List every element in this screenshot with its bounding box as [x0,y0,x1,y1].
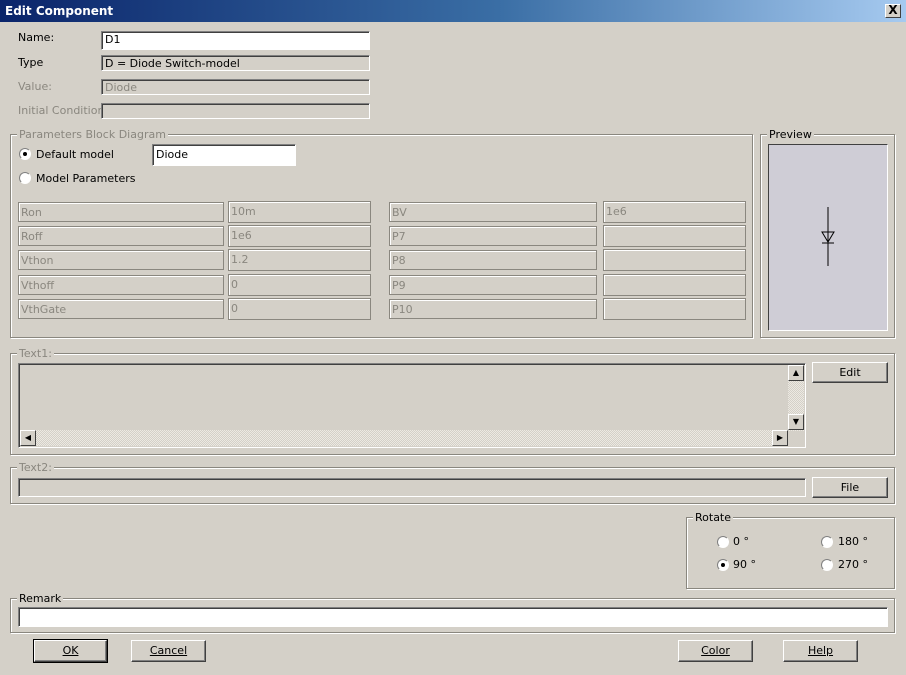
param-value-p10 [603,298,746,320]
remark-label: Remark [17,592,64,605]
radio-selected-dot [23,152,27,156]
name-label: Name: [18,31,55,44]
value-label: Value: [18,80,52,93]
rotate-180-radio[interactable] [821,536,833,548]
param-name-ron: Ron [18,202,224,222]
param-name-p7: P7 [389,226,597,246]
rotate-90-label: 90 ° [733,558,756,571]
param-value-p7 [603,225,746,247]
diode-symbol-icon [821,207,835,266]
scroll-up-icon[interactable]: ▲ [788,365,804,381]
file-button[interactable]: File [812,477,888,498]
type-label: Type [18,56,44,69]
param-value-p8 [603,249,746,271]
rotate-90-radio[interactable] [717,559,729,571]
param-value-bv: 1e6 [603,201,746,223]
text1-horizontal-scrollbar[interactable] [20,430,788,446]
param-name-vthoff: Vthoff [18,275,224,295]
param-value-p9 [603,274,746,296]
rotate-group [686,517,895,589]
param-name-p9: P9 [389,275,597,295]
scroll-left-icon[interactable]: ◀ [20,430,36,446]
initial-condition-label: Initial Condition: [18,104,109,117]
radio-selected-dot [721,563,725,567]
value-field: Diode [101,79,370,95]
window-title: Edit Component [5,4,114,18]
text2-label: Text2: [17,461,54,474]
close-icon: X [888,3,898,17]
help-label: Help [807,644,834,657]
default-model-label: Default model [36,148,114,161]
model-parameters-label: Model Parameters [36,172,136,185]
param-name-p8: P8 [389,250,597,270]
text1-label: Text1: [17,347,54,360]
preview-title: Preview [767,128,814,141]
rotate-270-radio[interactable] [821,559,833,571]
model-parameters-radio[interactable] [19,172,31,184]
param-name-vthgate: VthGate [18,299,224,319]
param-name-vthon: Vthon [18,250,224,270]
scroll-down-icon[interactable]: ▼ [788,414,804,430]
type-field: D = Diode Switch-model [101,55,370,71]
help-button[interactable]: Help [783,640,858,662]
cancel-button[interactable]: Cancel [131,640,206,662]
close-button[interactable]: X [885,4,901,18]
rotate-0-label: 0 ° [733,535,749,548]
cancel-label: Cancel [149,644,188,657]
remark-field[interactable] [18,607,888,627]
rotate-title: Rotate [693,511,734,524]
ok-label: OK [62,644,79,657]
param-value-roff: 1e6 [228,225,371,247]
initial-condition-field [101,103,370,119]
text2-field[interactable] [18,478,806,497]
scroll-right-icon[interactable]: ▶ [772,430,788,446]
rotate-270-label: 270 ° [838,558,868,571]
title-bar[interactable] [0,0,906,22]
param-value-vthoff: 0 [228,274,371,296]
default-model-field[interactable]: Diode [152,144,296,166]
name-field[interactable]: D1 [101,31,370,50]
preview-canvas [768,144,888,331]
ok-button[interactable]: OK [33,639,108,663]
param-name-bv: BV [389,202,597,222]
param-value-vthgate: 0 [228,298,371,320]
param-value-ron: 10m [228,201,371,223]
param-name-roff: Roff [18,226,224,246]
text1-textarea[interactable]: ▲ ▼ ◀ ▶ [18,363,806,448]
color-label: Color [701,644,730,657]
param-name-p10: P10 [389,299,597,319]
rotate-180-label: 180 ° [838,535,868,548]
edit-button[interactable]: Edit [812,362,888,383]
default-model-radio[interactable] [19,148,31,160]
color-button[interactable]: Color [678,640,753,662]
param-value-vthon: 1.2 [228,249,371,271]
rotate-0-radio[interactable] [717,536,729,548]
parameters-block-title: Parameters Block Diagram [17,128,168,141]
